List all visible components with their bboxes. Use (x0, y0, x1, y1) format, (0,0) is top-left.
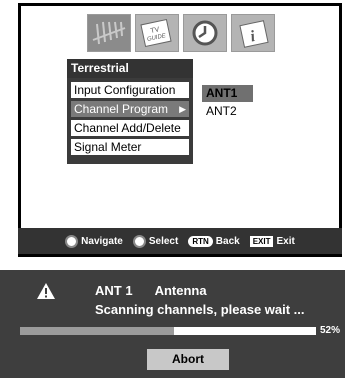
navigate-label: Navigate (81, 235, 123, 247)
tv-frame: TV GUIDE i Terrestrial Input Configurati… (0, 0, 345, 264)
abort-button[interactable]: Abort (147, 349, 229, 370)
select-hint: Select (132, 234, 179, 248)
clock-icon (192, 20, 218, 46)
info-icon-tab[interactable]: i (231, 14, 275, 52)
dpad-icon (65, 234, 79, 248)
menu-item-input-configuration[interactable]: Input Configuration (71, 82, 189, 98)
tv-guide-icon: TV GUIDE (140, 18, 172, 48)
exit-key-icon: EXIT (249, 235, 274, 247)
menu-item-label: Input Configuration (74, 83, 176, 97)
exit-label: Exit (276, 235, 295, 247)
submenu-list: ANT1 ANT2 (202, 82, 253, 122)
scan-source-line: ANT 1 Antenna (95, 283, 229, 298)
menu-icon-bar: TV GUIDE i (87, 14, 275, 52)
menu-item-channel-add-delete[interactable]: Channel Add/Delete (71, 120, 189, 136)
back-hint: RTN Back (188, 235, 240, 247)
scan-progress-percent: 52% (320, 325, 341, 336)
rtn-key-icon: RTN (188, 235, 213, 247)
antenna-icon (92, 21, 126, 45)
submenu-item-ant2[interactable]: ANT2 (202, 103, 253, 120)
arrow-right-icon: ▶ (179, 104, 186, 114)
menu-item-label: Channel Add/Delete (74, 121, 181, 135)
clock-icon-tab[interactable] (183, 14, 227, 52)
menu-item-label: Signal Meter (74, 140, 142, 154)
scan-progress-bar (20, 327, 316, 335)
select-button-icon (132, 234, 146, 248)
tv-guide-icon-tab[interactable]: TV GUIDE (135, 14, 179, 52)
navigation-bar: Navigate Select RTN Back EXIT Exit (18, 228, 342, 254)
info-icon: i (239, 20, 269, 48)
scan-dialog: ANT 1 Antenna Scanning channels, please w… (0, 270, 345, 378)
select-label: Select (148, 235, 179, 247)
navigate-hint: Navigate (65, 234, 123, 248)
menu-item-channel-program[interactable]: Channel Program ▶ (71, 101, 189, 117)
menu-header: Terrestrial (67, 59, 193, 78)
menu-item-label: Channel Program (74, 102, 169, 116)
scan-type: Antenna (154, 283, 207, 298)
menu-item-signal-meter[interactable]: Signal Meter (71, 139, 189, 155)
warning-icon (37, 283, 55, 299)
scan-source: ANT 1 (95, 283, 133, 298)
scan-status: Scanning channels, please wait ... (95, 302, 305, 317)
antenna-icon-tab[interactable] (87, 14, 131, 52)
scan-progress-fill (20, 327, 174, 335)
exit-hint: EXIT Exit (249, 235, 295, 247)
submenu-item-ant1[interactable]: ANT1 (202, 85, 253, 102)
menu-list: Input Configuration Channel Program ▶ Ch… (67, 78, 193, 164)
back-label: Back (215, 235, 240, 247)
